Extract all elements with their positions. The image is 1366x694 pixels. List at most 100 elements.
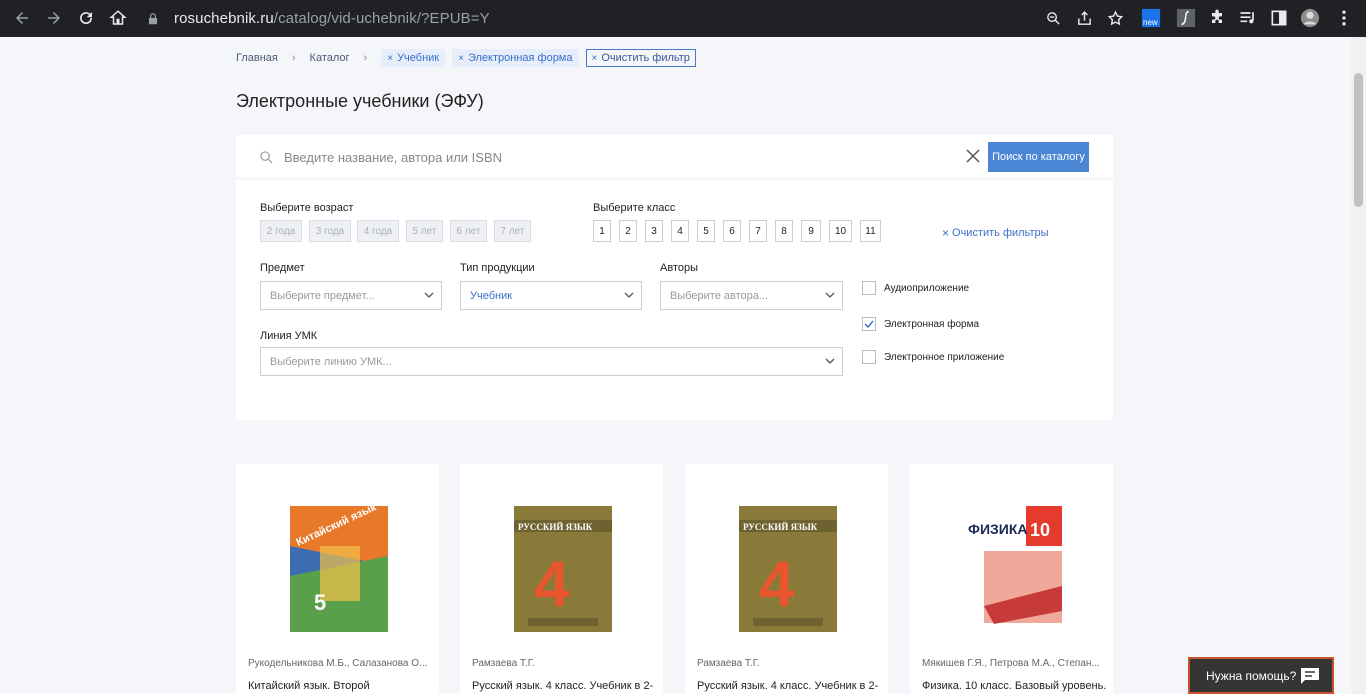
electronic-app-checkbox[interactable]: Электронное приложение (862, 350, 1004, 364)
grade-10-button[interactable]: 10 (829, 220, 852, 242)
clear-filters-link[interactable]: × Очистить фильтры (942, 226, 1049, 240)
grade-7-button[interactable]: 7 (749, 220, 767, 242)
extension-new[interactable]: new (1141, 6, 1161, 30)
chevron-down-icon (624, 292, 634, 298)
breadcrumb-catalog[interactable]: Каталог (310, 52, 350, 64)
card-title[interactable]: Русский язык. 4 класс. Учебник в 2- (472, 680, 656, 692)
filter-chip-textbook[interactable]: × Учебник (381, 49, 446, 67)
product-card[interactable]: ФИЗИКА 10 Мякишев Г.Я., Петрова М.А., Ст… (910, 464, 1113, 694)
subject-select-value: Выберите предмет... (270, 289, 375, 302)
url-path: /catalog/vid-uchebnik/?EPUB=Y (273, 10, 490, 27)
cover-title: РУССКИЙ ЯЗЫК (743, 522, 818, 532)
grade-8-button[interactable]: 8 (775, 220, 793, 242)
clear-filter-chip-label: Очистить фильтр (601, 52, 690, 64)
avatar-icon (1300, 8, 1320, 28)
menu-button[interactable] (1334, 6, 1354, 30)
product-card[interactable]: Китайский язык 5 Рукодельникова М.Б., Са… (236, 464, 439, 694)
cover-number: 4 (759, 548, 795, 620)
grade-11-button[interactable]: 11 (860, 220, 881, 242)
address-bar[interactable]: rosuchebnik.ru/catalog/vid-uchebnik/?EPU… (138, 4, 1134, 33)
grade-1-button[interactable]: 1 (593, 220, 611, 242)
grade-6-button[interactable]: 6 (723, 220, 741, 242)
grade-3-button[interactable]: 3 (645, 220, 663, 242)
card-title[interactable]: Китайский язык. Второй (248, 680, 432, 692)
home-button[interactable] (102, 2, 134, 34)
age-label: Выберите возраст (260, 202, 354, 214)
authors-select[interactable]: Выберите автора... (660, 281, 843, 310)
breadcrumb-home[interactable]: Главная (236, 52, 278, 64)
back-button[interactable] (6, 2, 38, 34)
card-author: Мякишев Г.Я., Петрова М.А., Степан... (922, 658, 1100, 669)
subject-select[interactable]: Выберите предмет... (260, 281, 442, 310)
book-cover-image[interactable]: ФИЗИКА 10 (964, 506, 1062, 632)
page-scrollbar[interactable] (1351, 37, 1366, 694)
grade-2-button[interactable]: 2 (619, 220, 637, 242)
forward-button[interactable] (38, 2, 70, 34)
card-title[interactable]: Русский язык. 4 класс. Учебник в 2- (697, 680, 881, 692)
chevron-down-icon (825, 292, 835, 298)
remove-chip-icon: × (458, 52, 464, 64)
electronic-form-label: Электронная форма (884, 318, 980, 330)
share-icon[interactable] (1076, 10, 1093, 27)
extension-badge-text: new (1143, 18, 1158, 27)
audio-app-checkbox[interactable]: Аудиоприложение (862, 281, 969, 295)
browser-toolbar: rosuchebnik.ru/catalog/vid-uchebnik/?EPU… (0, 0, 1366, 37)
catalog-search-button[interactable]: Поиск по каталогу (988, 142, 1089, 172)
clear-filter-chip[interactable]: × Очистить фильтр (585, 49, 696, 67)
lock-icon (148, 12, 158, 24)
url-domain: rosuchebnik.ru (174, 10, 274, 27)
search-row: Поиск по каталогу (236, 135, 1113, 180)
filter-chip-label: Учебник (397, 52, 440, 64)
extensions-button[interactable] (1207, 6, 1227, 30)
authors-label: Авторы (660, 262, 698, 274)
grade-9-button[interactable]: 9 (801, 220, 821, 242)
card-title[interactable]: Физика. 10 класс. Базовый уровень. (922, 680, 1106, 692)
product-type-select[interactable]: Учебник (460, 281, 642, 310)
sidepanel-icon (1271, 10, 1287, 26)
zoom-icon[interactable] (1045, 10, 1062, 27)
breadcrumb: Главная › Каталог › × Учебник × Электронна… (236, 49, 703, 67)
media-button[interactable] (1238, 6, 1258, 30)
product-type-label: Тип продукции (460, 262, 535, 274)
clear-filters-label: Очистить фильтры (952, 227, 1049, 239)
product-card[interactable]: РУССКИЙ ЯЗЫК 4 Рамзаева Т.Г. Русский язы… (460, 464, 663, 694)
card-author: Рамзаева Т.Г. (472, 658, 535, 669)
age-option-2: 2 года (260, 220, 302, 242)
puzzle-icon (1212, 9, 1222, 23)
reload-icon (80, 12, 93, 25)
umk-select[interactable]: Выберите линию УМК... (260, 347, 843, 376)
search-input[interactable] (284, 143, 944, 171)
chevron-down-icon (825, 358, 835, 364)
cover-number: 10 (1030, 520, 1050, 540)
cover-number: 4 (534, 548, 570, 620)
help-label: Нужна помощь? (1206, 668, 1297, 683)
chat-icon (1301, 668, 1319, 684)
extension-script[interactable] (1176, 6, 1196, 30)
scrollbar-thumb[interactable] (1354, 73, 1363, 207)
sidepanel-button[interactable] (1269, 6, 1289, 30)
grade-5-button[interactable]: 5 (697, 220, 715, 242)
electronic-app-label: Электронное приложение (884, 351, 1005, 363)
back-arrow-icon (16, 12, 28, 24)
page-content: Главная › Каталог › × Учебник × Электронна… (0, 37, 1366, 694)
reload-button[interactable] (70, 2, 102, 34)
book-cover-image[interactable]: Китайский язык 5 (290, 506, 388, 632)
clear-search-icon[interactable] (966, 149, 980, 163)
electronic-form-checkbox[interactable]: Электронная форма (862, 317, 979, 331)
book-cover-image[interactable]: РУССКИЙ ЯЗЫК 4 (739, 506, 837, 632)
playlist-icon (1240, 12, 1254, 24)
product-card[interactable]: РУССКИЙ ЯЗЫК 4 Рамзаева Т.Г. Русский язы… (685, 464, 888, 694)
book-cover-image[interactable]: РУССКИЙ ЯЗЫК 4 (514, 506, 612, 632)
help-chat-button[interactable]: Нужна помощь? (1188, 657, 1334, 694)
clear-icon: × (591, 52, 598, 64)
bookmark-star-icon[interactable] (1107, 10, 1124, 27)
grade-4-button[interactable]: 4 (671, 220, 689, 242)
close-icon: × (942, 226, 950, 240)
card-author: Рукодельникова М.Б., Салазанова О... (248, 658, 428, 669)
product-type-select-value: Учебник (470, 289, 513, 302)
audio-app-label: Аудиоприложение (884, 282, 970, 294)
filter-chip-electronic-form[interactable]: × Электронная форма (452, 49, 579, 67)
script-icon (1176, 8, 1196, 28)
profile-avatar[interactable] (1300, 6, 1320, 30)
age-option-7: 7 лет (494, 220, 531, 242)
